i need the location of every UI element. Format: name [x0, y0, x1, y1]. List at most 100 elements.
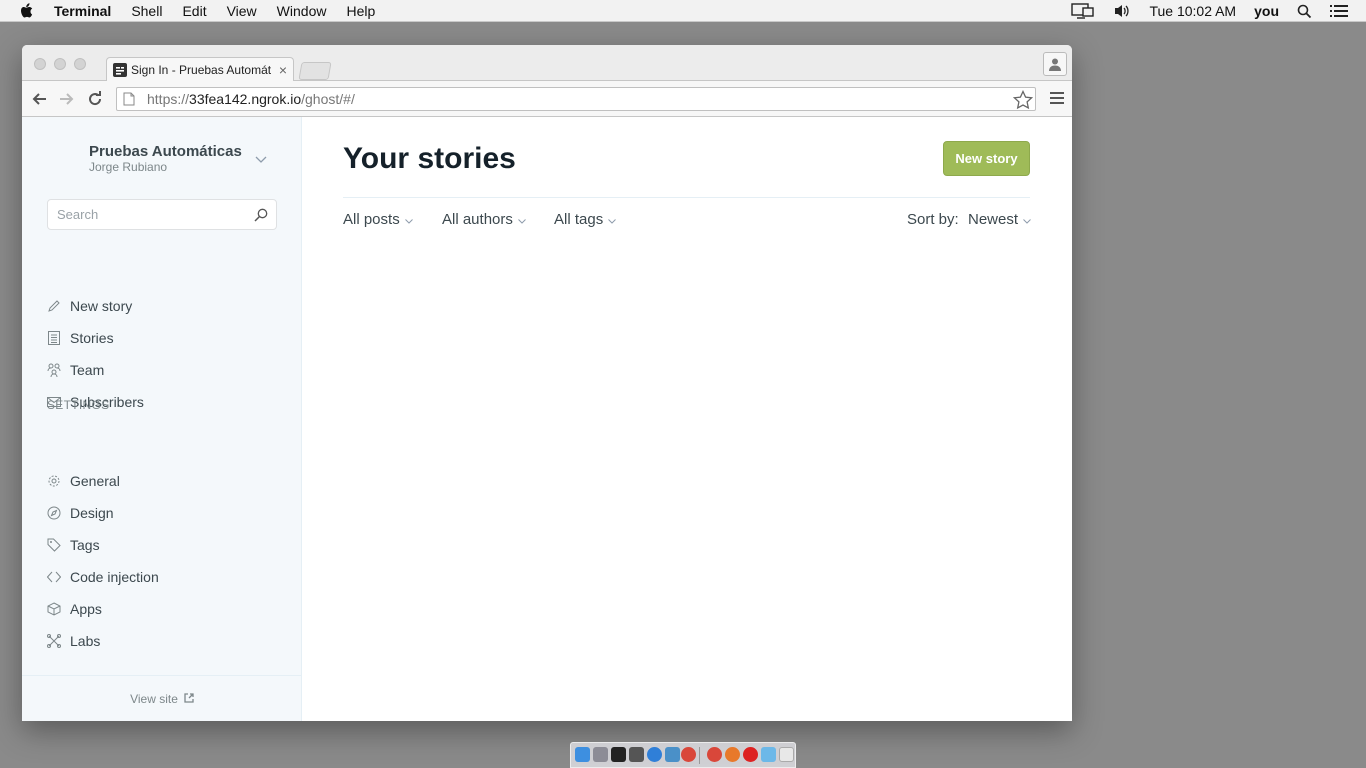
volume-icon[interactable]	[1113, 3, 1131, 19]
url-path: /ghost/#/	[301, 91, 355, 107]
nav-tags[interactable]: Tags	[47, 534, 100, 556]
menu-help[interactable]: Help	[346, 3, 375, 19]
menu-shell[interactable]: Shell	[131, 3, 162, 19]
browser-toolbar: https://33fea142.ngrok.io/ghost/#/	[22, 81, 1072, 117]
window-close-button[interactable]	[34, 58, 46, 70]
new-story-button[interactable]: New story	[943, 141, 1030, 176]
chrome-canary-icon[interactable]	[707, 747, 722, 762]
nav-label: Tags	[70, 537, 100, 553]
chevron-down-icon	[608, 211, 617, 228]
display-icon[interactable]	[1071, 3, 1095, 19]
filter-tags-label: All tags	[554, 211, 604, 228]
finder-icon[interactable]	[575, 747, 590, 762]
external-link-icon	[184, 692, 194, 706]
nav-stories[interactable]: Stories	[47, 327, 114, 349]
nav-code-injection[interactable]: Code injection	[47, 566, 159, 588]
window-zoom-button[interactable]	[74, 58, 86, 70]
sort-select[interactable]: Newest	[968, 211, 1031, 228]
forward-arrow-icon[interactable]	[58, 90, 76, 108]
filter-authors[interactable]: All authors	[442, 211, 526, 228]
nav-design[interactable]: Design	[47, 502, 114, 524]
filter-posts[interactable]: All posts	[343, 211, 413, 228]
blog-title[interactable]: Pruebas Automáticas	[89, 143, 242, 160]
menu-bar: Terminal Shell Edit View Window Help Tue…	[0, 0, 1366, 22]
reload-icon[interactable]	[86, 90, 104, 108]
view-site-link[interactable]: View site	[22, 675, 302, 721]
dock-separator	[699, 747, 700, 764]
downloads-folder-icon[interactable]	[761, 747, 776, 762]
menu-window[interactable]: Window	[277, 3, 327, 19]
nav-label: Labs	[70, 633, 101, 649]
header-divider	[343, 197, 1030, 198]
gear-icon	[47, 474, 61, 488]
tab-strip: Sign In - Pruebas Automáticas ×	[22, 45, 1072, 82]
browser-tab[interactable]: Sign In - Pruebas Automáticas ×	[106, 57, 294, 82]
labs-icon	[47, 634, 61, 648]
nav-labs[interactable]: Labs	[47, 630, 100, 652]
nav-label: Team	[70, 362, 105, 378]
tab-close-icon[interactable]: ×	[279, 62, 287, 78]
main-content: Your stories New story All posts All aut…	[302, 117, 1072, 721]
nav-label: Apps	[70, 601, 102, 617]
launchpad-icon[interactable]	[593, 747, 608, 762]
address-bar[interactable]: https://33fea142.ngrok.io/ghost/#/	[116, 87, 1036, 111]
page-icon	[123, 92, 135, 106]
profile-icon[interactable]	[1043, 52, 1067, 76]
filter-authors-label: All authors	[442, 211, 513, 228]
firefox-icon[interactable]	[725, 747, 740, 762]
page-title: Your stories	[343, 142, 516, 175]
browser-menu-icon[interactable]	[1050, 91, 1064, 109]
chevron-down-icon	[404, 211, 413, 228]
opera-icon[interactable]	[743, 747, 758, 762]
team-icon	[47, 363, 61, 377]
terminal-icon[interactable]	[611, 747, 626, 762]
tag-icon	[47, 538, 61, 552]
nav-label: Stories	[70, 330, 114, 346]
apple-icon[interactable]	[20, 2, 36, 19]
settings-heading: SETTINGS	[47, 398, 110, 412]
url-scheme: https://	[147, 91, 190, 107]
search-input[interactable]: Search	[47, 199, 277, 230]
system-app-icon[interactable]	[629, 747, 644, 762]
search-placeholder: Search	[57, 207, 99, 222]
menu-view[interactable]: View	[227, 3, 257, 19]
code-icon	[47, 570, 61, 584]
window-minimize-button[interactable]	[54, 58, 66, 70]
new-tab-button[interactable]	[298, 62, 332, 80]
url-host: 33fea142.ngrok.io	[189, 91, 302, 107]
nav-general[interactable]: General	[47, 470, 120, 492]
view-site-label: View site	[130, 691, 178, 706]
trash-icon[interactable]	[779, 747, 794, 762]
chevron-down-icon[interactable]	[255, 151, 267, 169]
chrome-icon[interactable]	[681, 747, 696, 762]
nav-team[interactable]: Team	[47, 359, 104, 381]
box-icon	[47, 602, 61, 616]
chevron-down-icon	[518, 211, 526, 228]
nav-apps[interactable]: Apps	[47, 598, 102, 620]
menu-edit[interactable]: Edit	[182, 3, 206, 19]
nav-label: General	[70, 473, 120, 489]
menu-app-terminal[interactable]: Terminal	[54, 3, 111, 19]
back-arrow-icon[interactable]	[30, 90, 48, 108]
nav-new-story[interactable]: New story	[47, 295, 132, 317]
filter-tags[interactable]: All tags	[554, 211, 617, 228]
tab-title: Sign In - Pruebas Automáticas	[131, 63, 271, 77]
pencil-icon	[47, 299, 61, 313]
dock	[570, 742, 796, 768]
menu-clock[interactable]: Tue 10:02 AM	[1149, 3, 1236, 19]
bookmark-star-icon[interactable]	[1012, 89, 1034, 113]
safari-icon[interactable]	[647, 747, 662, 762]
menu-user[interactable]: you	[1254, 3, 1279, 19]
user-name[interactable]: Jorge Rubiano	[89, 160, 167, 174]
nav-label: Code injection	[70, 569, 159, 585]
app-icon[interactable]	[665, 747, 680, 762]
stories-icon	[47, 331, 61, 345]
menu-extras: Tue 10:02 AM you	[1071, 0, 1366, 22]
admin-sidebar: Pruebas Automáticas Jorge Rubiano Search…	[22, 117, 302, 721]
browser-window: Sign In - Pruebas Automáticas × https://…	[22, 45, 1072, 721]
filter-posts-label: All posts	[343, 211, 400, 228]
notification-list-icon[interactable]	[1330, 4, 1348, 18]
search-icon	[254, 208, 268, 225]
ghost-favicon-icon	[113, 63, 127, 77]
spotlight-search-icon[interactable]	[1297, 4, 1312, 19]
